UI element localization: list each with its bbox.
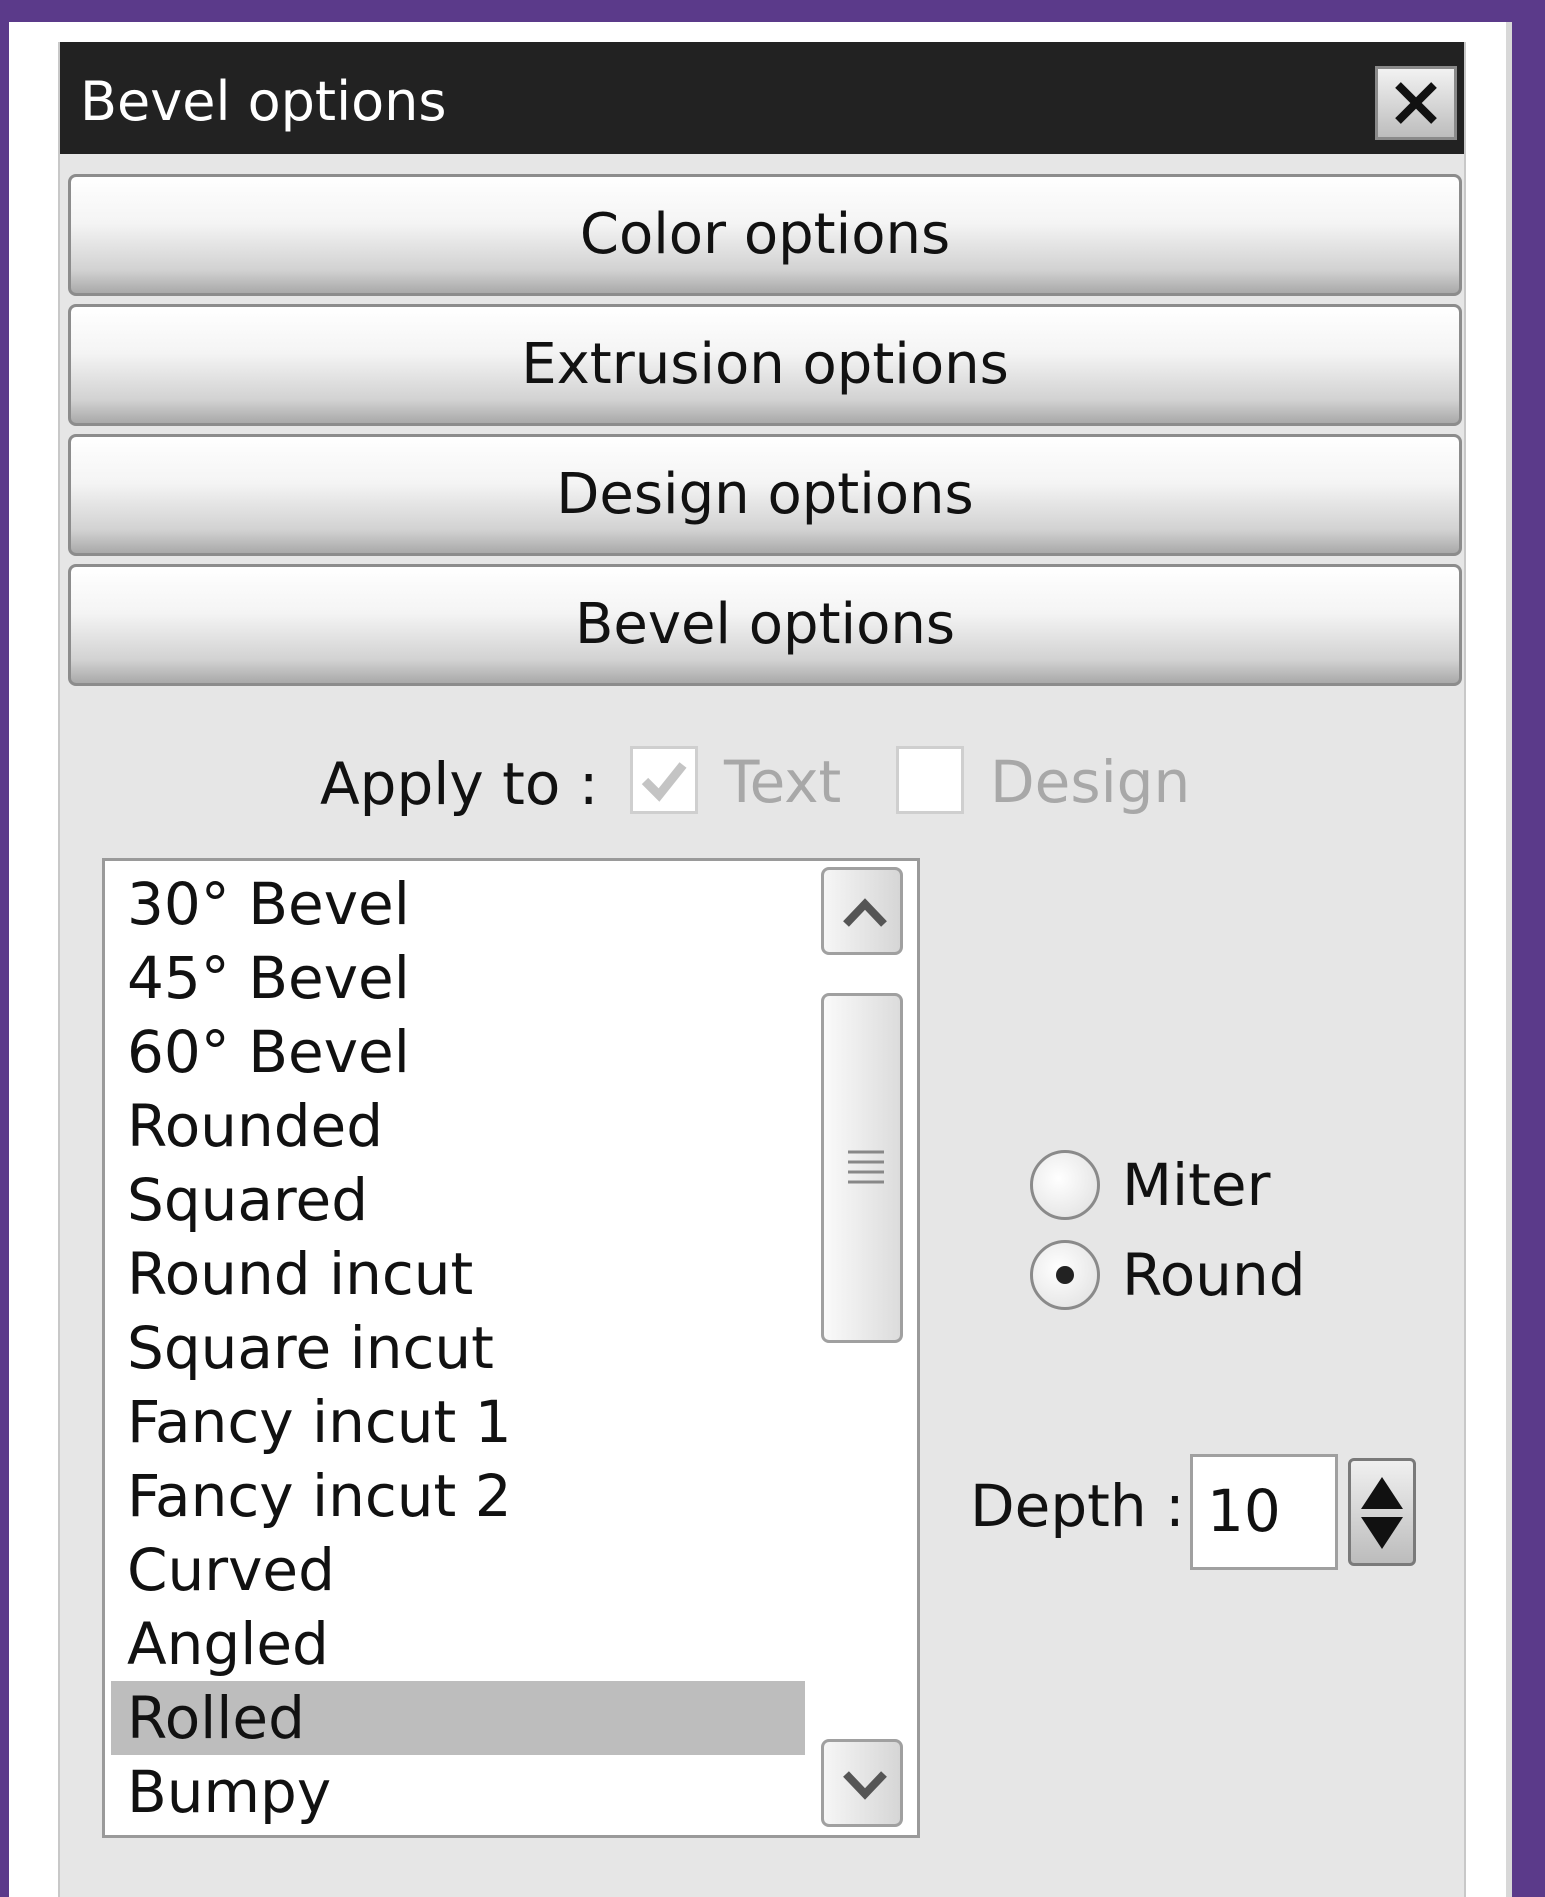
list-item[interactable]: Square incut <box>111 1311 805 1385</box>
apply-design-checkbox[interactable] <box>896 746 964 814</box>
list-item[interactable]: Round incut <box>111 1237 805 1311</box>
list-scrollbar[interactable] <box>817 867 905 1829</box>
miter-radio[interactable] <box>1030 1150 1100 1220</box>
apply-design-label: Design <box>990 748 1191 816</box>
scroll-up-button[interactable] <box>821 867 903 955</box>
bevel-options-panel: Bevel options Color options Extrusion op… <box>58 42 1466 1897</box>
list-item[interactable]: Squared <box>111 1163 805 1237</box>
extrusion-options-button[interactable]: Extrusion options <box>68 304 1462 426</box>
list-item[interactable]: 30° Bevel <box>111 867 805 941</box>
scroll-down-button[interactable] <box>821 1739 903 1827</box>
chevron-down-icon <box>843 1771 887 1800</box>
bevel-style-items: 30° Bevel 45° Bevel 60° Bevel Rounded Sq… <box>111 867 805 1829</box>
window-frame-right-inner <box>1506 22 1512 1897</box>
color-options-button[interactable]: Color options <box>68 174 1462 296</box>
list-item[interactable]: Fancy incut 1 <box>111 1385 805 1459</box>
list-item[interactable]: Angled <box>111 1607 805 1681</box>
apply-text-label: Text <box>724 748 842 816</box>
design-options-button[interactable]: Design options <box>68 434 1462 556</box>
radio-selected-dot <box>1056 1266 1074 1284</box>
apply-text-checkbox[interactable] <box>630 746 698 814</box>
list-item-selected[interactable]: Rolled <box>111 1681 805 1755</box>
grip-icon <box>848 1150 884 1184</box>
close-button[interactable] <box>1375 66 1457 140</box>
list-item[interactable]: Curved <box>111 1533 805 1607</box>
bevel-style-listbox[interactable]: 30° Bevel 45° Bevel 60° Bevel Rounded Sq… <box>102 858 920 1838</box>
list-item[interactable]: 45° Bevel <box>111 941 805 1015</box>
window-frame-top <box>0 0 1545 22</box>
window-frame-left <box>0 0 9 1897</box>
list-item[interactable]: Bumpy <box>111 1755 805 1829</box>
bevel-options-button[interactable]: Bevel options <box>68 564 1462 686</box>
depth-input[interactable]: 10 <box>1190 1454 1338 1570</box>
spin-up-down-icon <box>1361 1477 1403 1549</box>
chevron-up-icon <box>843 898 887 927</box>
list-item[interactable]: 60° Bevel <box>111 1015 805 1089</box>
check-icon <box>641 762 687 802</box>
apply-to-row: Apply to : Text Design <box>60 740 1464 830</box>
panel-titlebar: Bevel options <box>60 42 1464 154</box>
miter-label: Miter <box>1122 1151 1271 1219</box>
list-item[interactable]: Fancy incut 2 <box>111 1459 805 1533</box>
scroll-thumb[interactable] <box>821 993 903 1343</box>
depth-label: Depth : <box>970 1472 1185 1540</box>
round-radio[interactable] <box>1030 1240 1100 1310</box>
apply-to-label: Apply to : <box>320 750 599 818</box>
close-x-icon <box>1395 82 1437 124</box>
window-frame-right <box>1512 0 1545 1897</box>
panel-title: Bevel options <box>80 70 447 133</box>
depth-spinner[interactable] <box>1348 1458 1416 1566</box>
list-item[interactable]: Rounded <box>111 1089 805 1163</box>
round-label: Round <box>1122 1241 1306 1309</box>
